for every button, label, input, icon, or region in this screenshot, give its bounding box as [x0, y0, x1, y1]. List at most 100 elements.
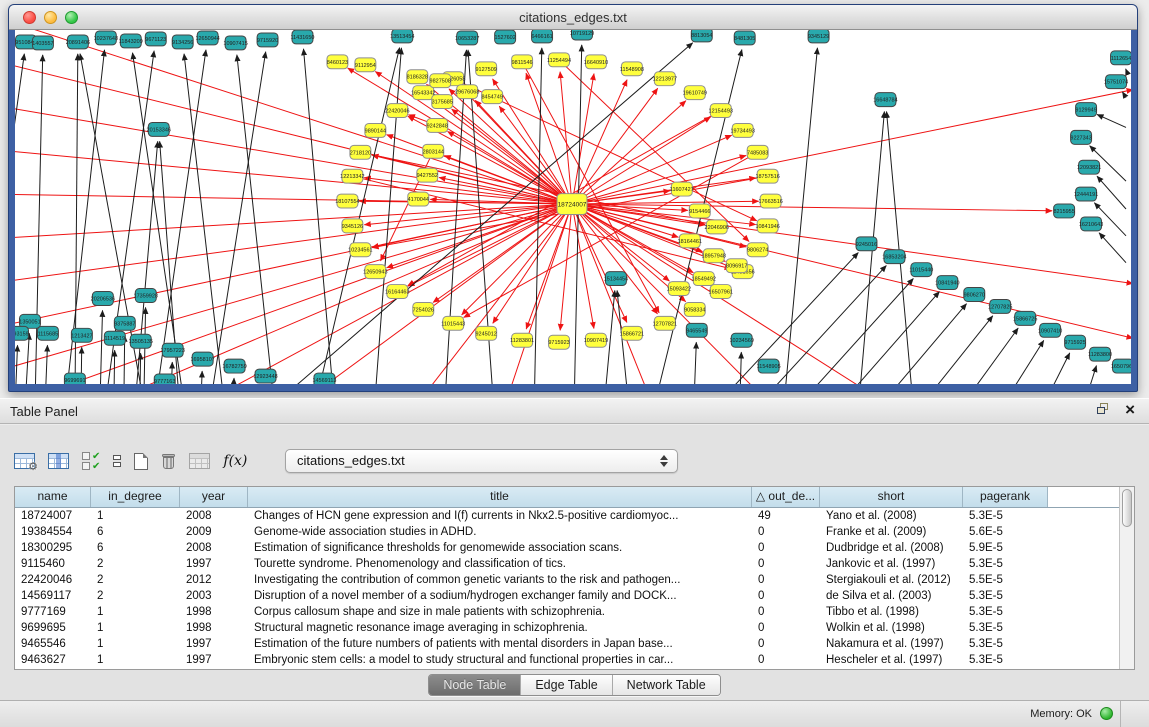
graph-node[interactable]: 14569113	[312, 373, 336, 384]
table-cell[interactable]: 22420046	[15, 572, 91, 588]
table-cell[interactable]: 1	[91, 652, 180, 668]
graph-node[interactable]: 1403557	[32, 36, 53, 50]
vertical-scrollbar[interactable]	[1119, 487, 1134, 669]
table-cell[interactable]: 1997	[180, 556, 248, 572]
graph-node[interactable]: 9154466	[689, 204, 710, 218]
graph-node[interactable]: 12154493	[709, 104, 733, 118]
table-cell[interactable]: Tourette syndrome. Phenomenology and cla…	[248, 556, 752, 572]
graph-node[interactable]: 16507960	[1111, 359, 1131, 373]
graph-node[interactable]: 9245016	[856, 237, 877, 251]
table-row[interactable]: 1938455462009Genome-wide association stu…	[15, 524, 1134, 540]
table-cell[interactable]: Franke et al. (2009)	[820, 524, 963, 540]
graph-node[interactable]: 9058334	[684, 302, 705, 316]
graph-node[interactable]: 19610749	[683, 86, 707, 100]
table-cell[interactable]: Wolkin et al. (1998)	[820, 620, 963, 636]
tab-edge-table[interactable]: Edge Table	[520, 675, 611, 695]
table-cell[interactable]: Genome-wide association studies in ADHD.	[248, 524, 752, 540]
graph-node[interactable]: 12707821	[653, 316, 677, 330]
graph-node[interactable]: 12093821	[1077, 160, 1101, 174]
graph-node[interactable]: 22420046	[385, 104, 409, 118]
graph-node[interactable]: 9699691	[64, 373, 85, 384]
memory-status-indicator[interactable]	[1100, 707, 1113, 720]
column-header-pagerank[interactable]: pagerank	[963, 487, 1048, 507]
table-cell[interactable]: Tibbo et al. (1998)	[820, 604, 963, 620]
graph-node[interactable]: 10234569	[730, 333, 754, 347]
minimize-window-button[interactable]	[44, 11, 57, 24]
table-row[interactable]: 977716911998Corpus callosum shape and si…	[15, 604, 1134, 620]
graph-node[interactable]: 8481305	[734, 31, 755, 45]
graph-node[interactable]: 9715920	[257, 33, 278, 47]
table-cell[interactable]: 9463627	[15, 652, 91, 668]
graph-node[interactable]: 10907419	[584, 333, 608, 347]
graph-node[interactable]: 12213342	[340, 169, 364, 183]
graph-node[interactable]: 1527602	[494, 30, 515, 44]
network-canvas-svg[interactable]: 1872400711254494166409101154890812213977…	[15, 30, 1131, 384]
table-cell[interactable]: 1998	[180, 604, 248, 620]
graph-node[interactable]: 16507961	[709, 285, 733, 299]
table-row[interactable]: 946362711997Embryonic stem cells: a mode…	[15, 652, 1134, 668]
graph-node[interactable]: 8813054	[691, 30, 712, 42]
table-cell[interactable]: de Silva et al. (2003)	[820, 588, 963, 604]
graph-node[interactable]: 11283800	[1088, 347, 1112, 361]
graph-node[interactable]: 9127509	[475, 62, 496, 76]
graph-node[interactable]: 4170044	[408, 192, 429, 206]
table-cell[interactable]: 6	[91, 540, 180, 556]
graph-node[interactable]: 12650944	[195, 31, 219, 45]
graph-node[interactable]: 11283801	[510, 333, 534, 347]
graph-node[interactable]: 1112654	[1111, 51, 1131, 65]
table-cell[interactable]: 2	[91, 572, 180, 588]
graph-node[interactable]: 3175685	[432, 95, 453, 109]
table-cell[interactable]: Disruption of a novel member of a sodium…	[248, 588, 752, 604]
graph-node[interactable]: 20153346	[147, 122, 171, 136]
graph-node[interactable]: 18549492	[692, 272, 716, 286]
table-cell[interactable]: Investigating the contribution of common…	[248, 572, 752, 588]
scrollbar-thumb[interactable]	[1122, 489, 1132, 527]
graph-node[interactable]: 9245012	[475, 326, 496, 340]
graph-node[interactable]: 2803144	[423, 144, 444, 158]
graph-node[interactable]: 7254026	[413, 302, 434, 316]
graph-node[interactable]: 9715925	[1064, 335, 1085, 349]
graph-node[interactable]: 12923448	[253, 369, 277, 383]
tab-node-table[interactable]: Node Table	[429, 675, 520, 695]
column-header-in_degree[interactable]: in_degree	[91, 487, 180, 507]
graph-node[interactable]: 9806270	[964, 288, 985, 302]
table-row[interactable]: 1830029562008Estimation of significance …	[15, 540, 1134, 556]
table-cell[interactable]: Hescheler et al. (1997)	[820, 652, 963, 668]
graph-node[interactable]: 18957948	[702, 249, 726, 263]
table-cell[interactable]: 5.3E-5	[963, 652, 1048, 668]
table-cell[interactable]: 5.3E-5	[963, 588, 1048, 604]
table-cell[interactable]: 5.3E-5	[963, 604, 1048, 620]
table-cell[interactable]: 2008	[180, 508, 248, 524]
table-cell[interactable]: 1	[91, 620, 180, 636]
table-cell[interactable]: 1	[91, 604, 180, 620]
graph-node[interactable]: 18164461	[678, 234, 702, 248]
table-cell[interactable]: 9465546	[15, 636, 91, 652]
graph-node[interactable]: 9375887	[114, 316, 135, 330]
graph-node[interactable]: 8454749	[481, 90, 502, 104]
network-canvas[interactable]: 1872400711254494166409101154890812213977…	[15, 30, 1131, 384]
graph-node[interactable]: 8186328	[407, 70, 428, 84]
table-cell[interactable]: Corpus callosum shape and size in male p…	[248, 604, 752, 620]
graph-node[interactable]: 16164463	[385, 285, 409, 299]
graph-node[interactable]: 10841946	[755, 219, 779, 233]
table-cell[interactable]: 19384554	[15, 524, 91, 540]
graph-node[interactable]: 13513454	[390, 30, 414, 43]
table-cell[interactable]: 0	[752, 572, 820, 588]
table-cell[interactable]: 5.3E-5	[963, 636, 1048, 652]
table-cell[interactable]: Changes of HCN gene expression and I(f) …	[248, 508, 752, 524]
tab-network-table[interactable]: Network Table	[612, 675, 720, 695]
graph-node[interactable]: 12650943	[363, 265, 387, 279]
table-cell[interactable]: 1998	[180, 620, 248, 636]
graph-node[interactable]: 1115685	[37, 326, 58, 340]
delete-icon[interactable]	[161, 453, 176, 470]
graph-node[interactable]: 10841940	[935, 276, 959, 290]
table-cell[interactable]: 0	[752, 652, 820, 668]
zoom-window-button[interactable]	[65, 11, 78, 24]
graph-node[interactable]: 15093422	[667, 282, 691, 296]
graph-node[interactable]: 10907415	[223, 36, 247, 50]
table-cell[interactable]: 5.6E-5	[963, 524, 1048, 540]
graph-node[interactable]: 15751074	[1104, 75, 1128, 89]
table-selector-dropdown[interactable]: citations_edges.txt	[285, 449, 678, 473]
table-cell[interactable]: Dudbridge et al. (2008)	[820, 540, 963, 556]
graph-node[interactable]: 9811546	[512, 55, 533, 69]
